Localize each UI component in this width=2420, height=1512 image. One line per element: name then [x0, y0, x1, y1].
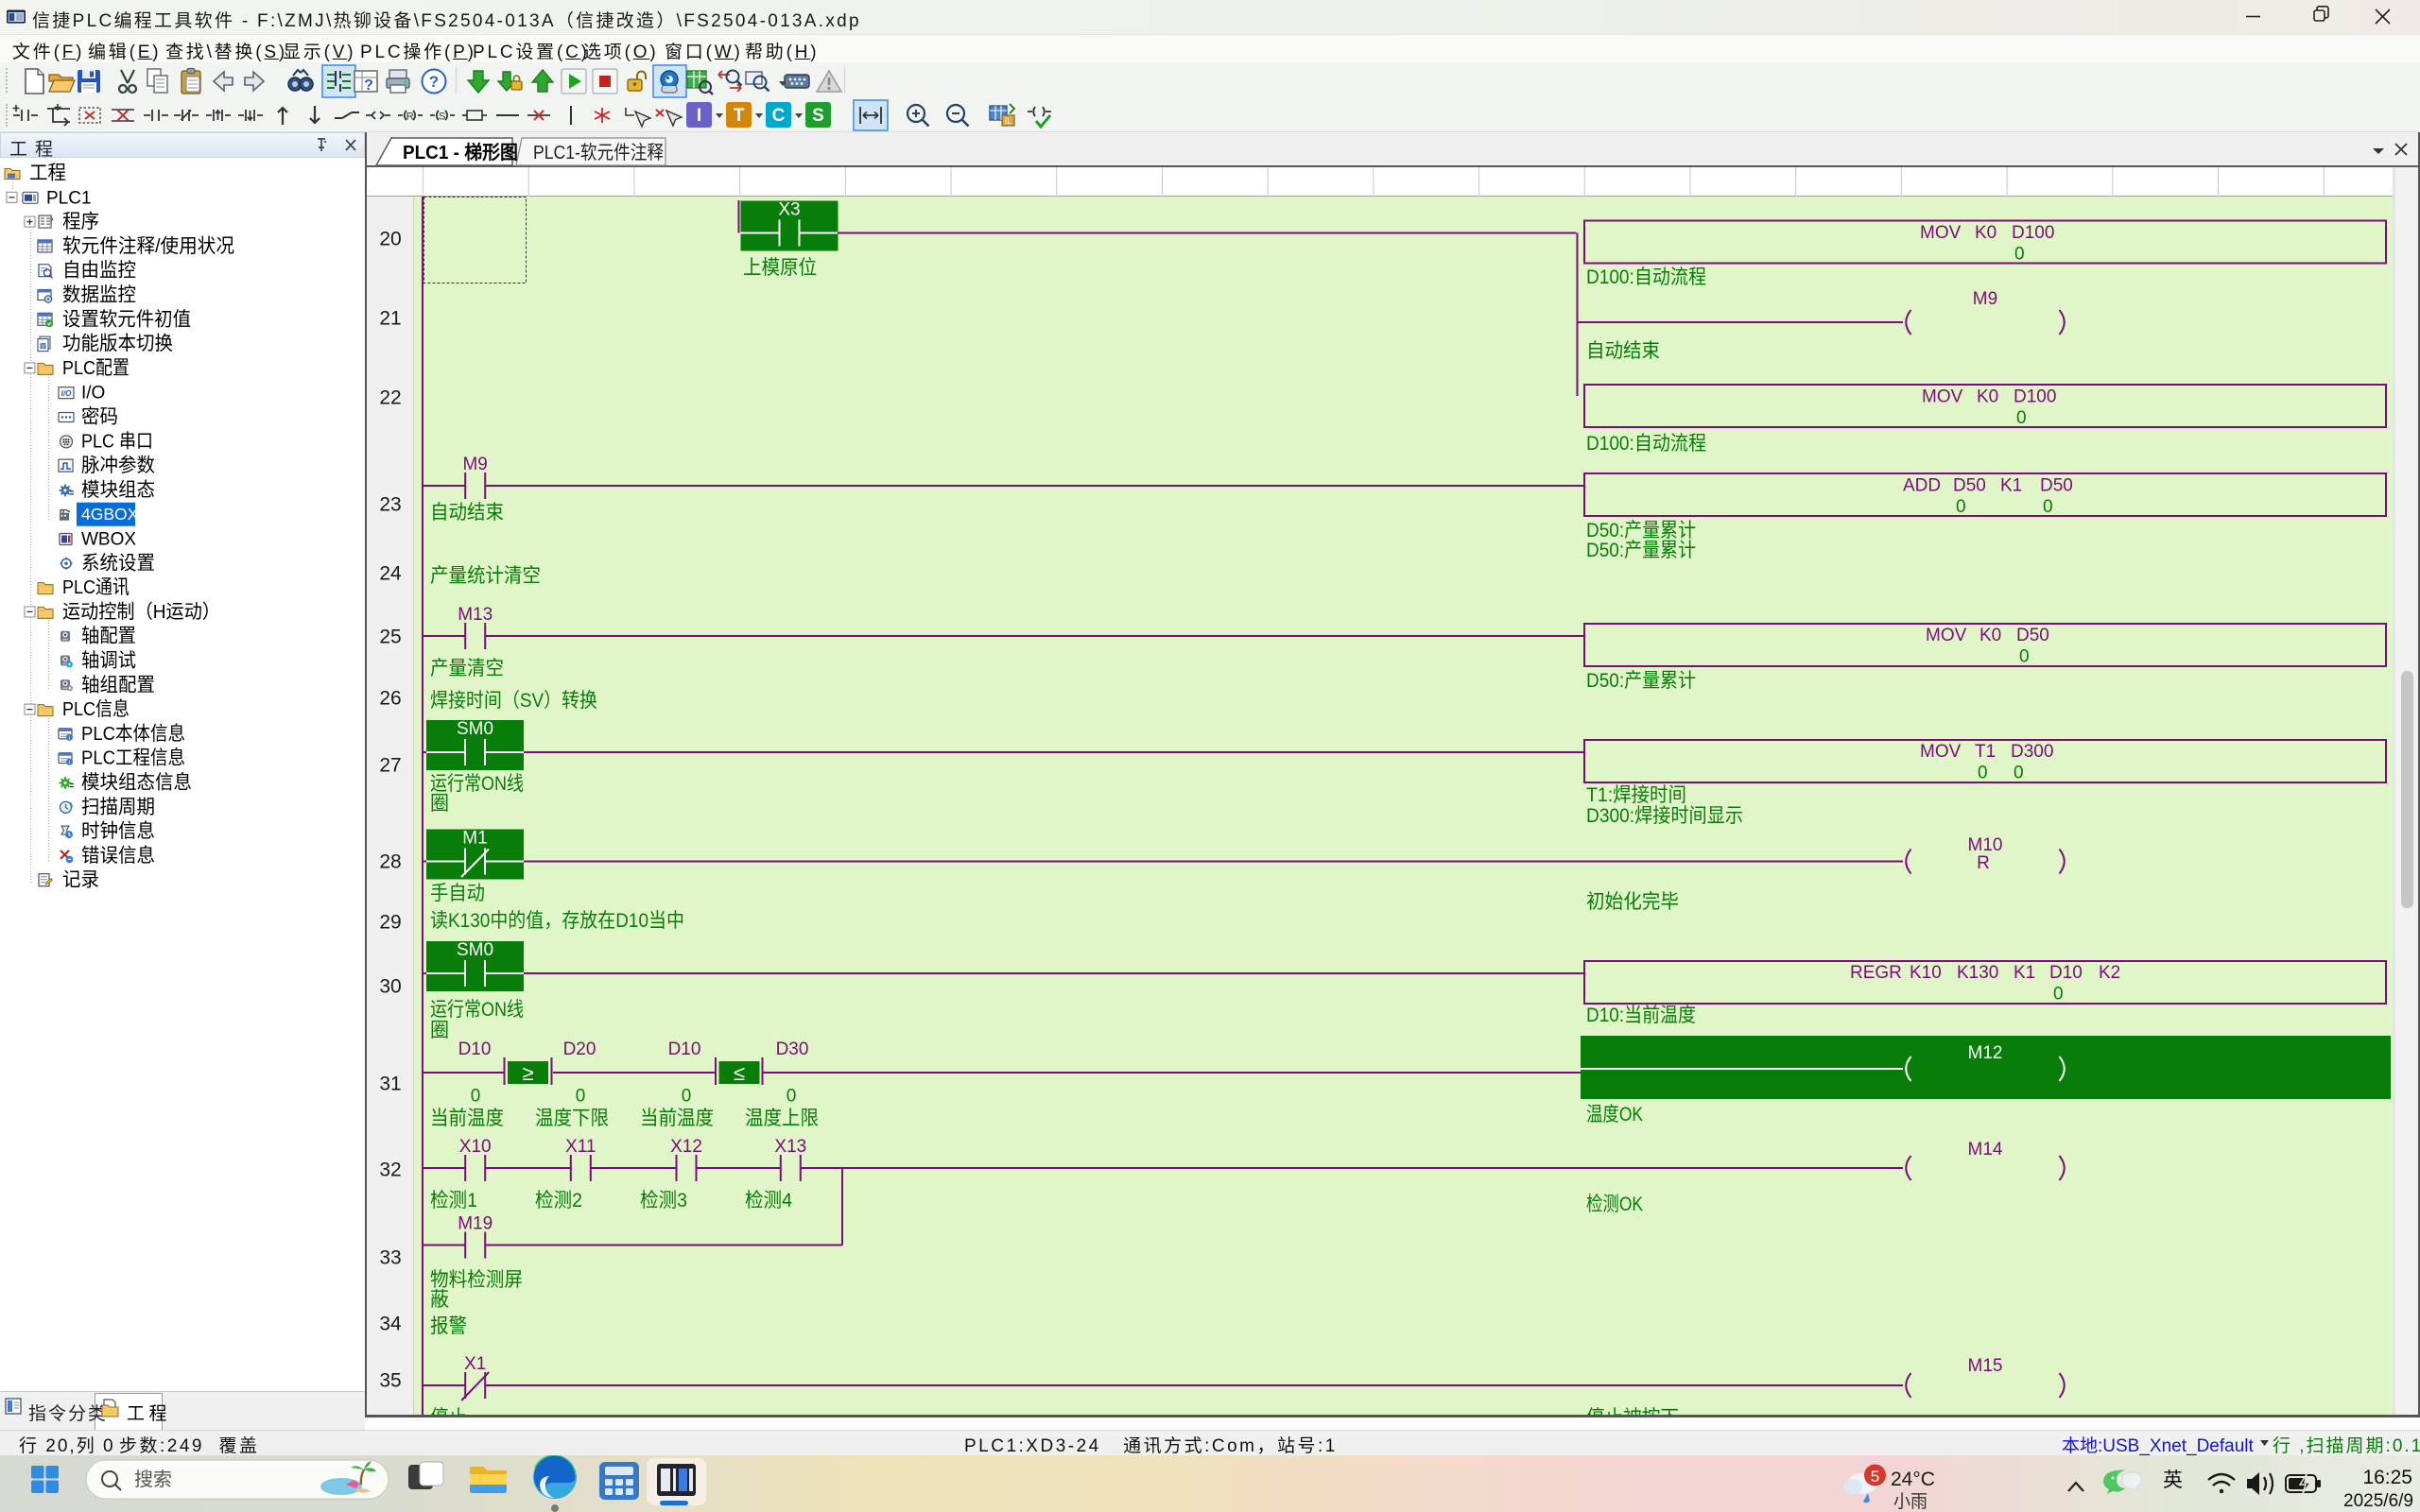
svg-text:PLC 串口: PLC 串口: [81, 430, 153, 452]
svg-text:运动控制（H运动）: 运动控制（H运动）: [62, 601, 220, 623]
svg-text:4GBOX: 4GBOX: [81, 505, 139, 524]
svg-text:?: ?: [364, 77, 373, 94]
svg-text:设置软元件初值: 设置软元件初值: [62, 308, 191, 330]
svg-text:PLC1: PLC1: [46, 188, 92, 208]
svg-text:搜索: 搜索: [134, 1469, 172, 1490]
svg-text:?: ?: [429, 73, 439, 91]
svg-text:C: C: [772, 106, 786, 126]
svg-text:小雨: 小雨: [1893, 1491, 1927, 1512]
svg-text:轴配置: 轴配置: [81, 626, 136, 647]
svg-text:WBOX: WBOX: [81, 530, 136, 550]
svg-text:软元件注释/使用状况: 软元件注释/使用状况: [62, 235, 234, 257]
svg-text:PLC本体信息: PLC本体信息: [81, 723, 185, 745]
svg-text:脉冲参数: 脉冲参数: [81, 455, 155, 476]
svg-text:V: V: [41, 344, 44, 350]
svg-text:I/O: I/O: [81, 384, 105, 404]
svg-text:PLC配置: PLC配置: [62, 357, 130, 379]
svg-text:IL: IL: [1005, 116, 1012, 126]
svg-text:24°C: 24°C: [1891, 1469, 1935, 1490]
svg-text:扫描周期: 扫描周期: [81, 796, 155, 817]
svg-text:自由监控: 自由监控: [62, 260, 136, 282]
svg-text:S: S: [812, 106, 824, 126]
svg-text:S: S: [439, 112, 445, 123]
svg-text:16:25: 16:25: [2362, 1467, 2412, 1488]
svg-text:PLC信息: PLC信息: [62, 698, 130, 720]
svg-text:记录: 记录: [62, 869, 99, 891]
svg-text:程序: 程序: [62, 211, 99, 232]
svg-text:PLC通讯: PLC通讯: [62, 576, 130, 598]
svg-text:工程: 工程: [29, 163, 66, 184]
svg-text:i: i: [69, 761, 70, 766]
svg-text:T: T: [734, 106, 745, 126]
svg-text:轴调试: 轴调试: [81, 650, 136, 672]
svg-text:5: 5: [1871, 1468, 1879, 1486]
svg-text:英: 英: [2163, 1469, 2183, 1491]
svg-text:密码: 密码: [81, 406, 118, 428]
svg-text:2025/6/9: 2025/6/9: [2343, 1491, 2413, 1511]
svg-text:模块组态: 模块组态: [81, 479, 155, 501]
svg-text:PLC1 - 梯形图: PLC1 - 梯形图: [403, 141, 518, 163]
svg-text:I/O: I/O: [61, 389, 72, 398]
svg-text:模块组态信息: 模块组态信息: [81, 772, 192, 794]
svg-text:功能版本切换: 功能版本切换: [62, 333, 173, 354]
svg-text:i: i: [69, 736, 70, 742]
svg-text:系统设置: 系统设置: [81, 552, 155, 574]
svg-text:数据监控: 数据监控: [62, 284, 136, 306]
svg-text:I: I: [697, 106, 701, 126]
svg-text:PLC工程信息: PLC工程信息: [81, 747, 185, 769]
svg-text:时钟信息: 时钟信息: [81, 820, 155, 842]
svg-text:错误信息: 错误信息: [81, 845, 155, 867]
svg-text:轴组配置: 轴组配置: [81, 674, 155, 696]
svg-text:R: R: [406, 112, 414, 123]
svg-text:PLC1-软元件注释: PLC1-软元件注释: [533, 142, 664, 163]
